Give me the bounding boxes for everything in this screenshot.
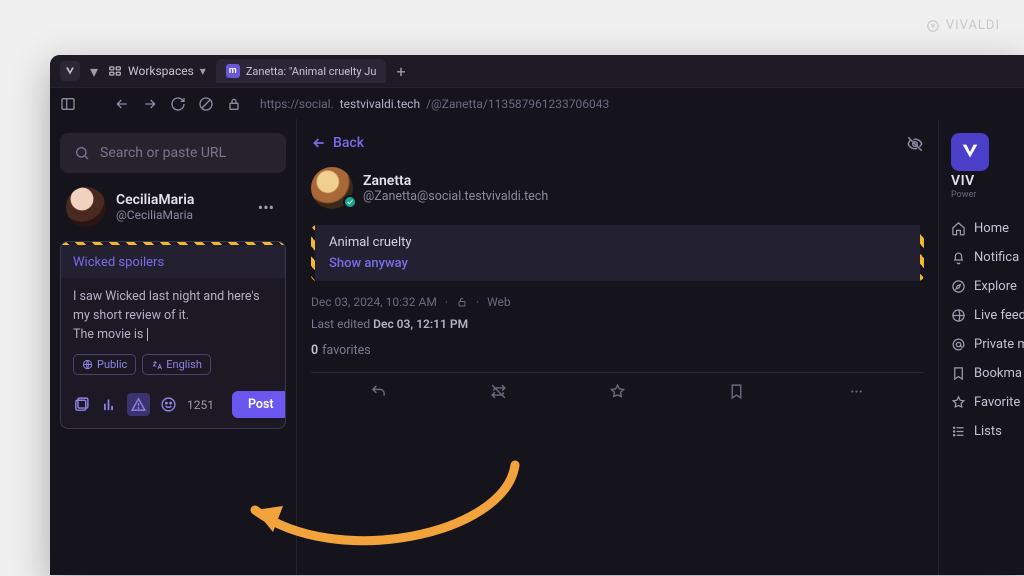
shield-icon[interactable]: [198, 96, 214, 112]
content-warning-button[interactable]: [127, 393, 150, 416]
nav-sidebar: VIV Power Home Notifica Explore Live fee…: [939, 119, 1024, 575]
edited-line: Last edited Dec 03, 12:11 PM: [311, 313, 924, 339]
nav-bookmarks[interactable]: Bookma: [951, 359, 1024, 388]
globe-icon: [951, 308, 966, 323]
nav-forward-button[interactable]: [142, 96, 158, 112]
client-name: Web: [487, 295, 511, 309]
poster-handle[interactable]: @Zanetta@social.testvivaldi.tech: [363, 189, 548, 204]
browser-tab[interactable]: m Zanetta: "Animal cruelty Ju: [216, 59, 387, 83]
workspaces-button[interactable]: Workspaces ▾: [108, 64, 206, 78]
compose-box: Wicked spoilers I saw Wicked last night …: [60, 241, 286, 429]
post-button[interactable]: Post: [232, 391, 286, 418]
content-warning-panel: Animal cruelty Show anyway: [311, 225, 924, 281]
poster-name[interactable]: Zanetta: [363, 173, 548, 189]
post-detail-column: Back Zanetta @Zanetta@social.testvivaldi…: [296, 119, 939, 575]
instance-brand: VIV: [951, 173, 1024, 189]
back-button[interactable]: Back: [311, 131, 364, 161]
compose-column: Search or paste URL CeciliaMaria @Cecili…: [50, 119, 296, 575]
favorite-button[interactable]: [609, 383, 626, 400]
at-icon: [951, 337, 966, 352]
emoji-button[interactable]: [160, 396, 177, 413]
nav-home[interactable]: Home: [951, 214, 1024, 243]
visibility-button[interactable]: Public: [73, 354, 136, 375]
reload-button[interactable]: [170, 96, 186, 112]
profile-more-button[interactable]: •••: [252, 198, 280, 217]
chevron-down-icon[interactable]: ▾: [90, 62, 98, 81]
language-button[interactable]: English: [142, 354, 211, 375]
poll-button[interactable]: [100, 396, 117, 413]
verified-badge: [343, 195, 357, 209]
hide-toggle-icon[interactable]: [906, 135, 924, 157]
post-header: Zanetta @Zanetta@social.testvivaldi.tech: [311, 161, 924, 221]
url-field[interactable]: https://social.testvivaldi.tech/@Zanetta…: [254, 97, 615, 111]
show-anyway-button[interactable]: Show anyway: [329, 256, 906, 271]
translate-icon: [151, 359, 162, 370]
instance-sub: Power: [951, 190, 1024, 200]
bell-icon: [951, 250, 966, 265]
favorites-count[interactable]: 0favorites: [311, 339, 924, 368]
back-arrow-icon: [311, 135, 327, 151]
attach-media-button[interactable]: [73, 396, 90, 413]
globe-icon: [82, 359, 93, 370]
compose-toolbar: 1251 Post: [61, 383, 285, 428]
list-icon: [951, 424, 966, 439]
browser-window: ▾ Workspaces ▾ m Zanetta: "Animal cruelt…: [50, 55, 1024, 575]
boost-button[interactable]: [490, 383, 507, 400]
char-count: 1251: [187, 398, 214, 412]
instance-logo[interactable]: [951, 133, 989, 171]
nav-explore[interactable]: Explore: [951, 272, 1024, 301]
tab-title: Zanetta: "Animal cruelty Ju: [246, 65, 377, 78]
bookmark-icon: [951, 366, 966, 381]
avatar[interactable]: [66, 187, 106, 227]
vivaldi-menu-button[interactable]: [60, 61, 80, 81]
search-input[interactable]: Search or paste URL: [60, 133, 286, 173]
nav-back-button[interactable]: [114, 96, 130, 112]
panel-toggle-icon[interactable]: [60, 96, 76, 112]
mastodon-favicon: m: [226, 64, 240, 78]
compass-icon: [951, 279, 966, 294]
home-icon: [951, 221, 966, 236]
compose-profile: CeciliaMaria @CeciliaMaria •••: [60, 187, 286, 227]
bookmark-button[interactable]: [728, 383, 745, 400]
post-action-bar: [311, 372, 924, 410]
lock-icon[interactable]: [226, 96, 242, 112]
handle: @CeciliaMaria: [116, 208, 194, 222]
compose-textarea[interactable]: I saw Wicked last night and here's my sh…: [61, 278, 285, 354]
reply-button[interactable]: [370, 383, 387, 400]
cw-text: Animal cruelty: [329, 235, 906, 250]
more-button[interactable]: [848, 383, 865, 400]
nav-private[interactable]: Private m: [951, 330, 1024, 359]
new-tab-button[interactable]: +: [396, 62, 405, 81]
search-icon: [74, 145, 90, 161]
vivaldi-watermark: VIVALDI: [926, 18, 1000, 33]
nav-live[interactable]: Live feed: [951, 301, 1024, 330]
content-warning-field[interactable]: Wicked spoilers: [61, 245, 285, 278]
nav-lists[interactable]: Lists: [951, 417, 1024, 446]
star-icon: [951, 395, 966, 410]
post-meta: Dec 03, 2024, 10:32 AM · · Web: [311, 291, 924, 313]
timestamp: Dec 03, 2024, 10:32 AM: [311, 295, 437, 309]
address-bar: https://social.testvivaldi.tech/@Zanetta…: [50, 87, 1024, 119]
unlock-icon: [456, 296, 468, 308]
nav-notifications[interactable]: Notifica: [951, 243, 1024, 272]
tab-bar: ▾ Workspaces ▾ m Zanetta: "Animal cruelt…: [50, 55, 1024, 87]
nav-favorites[interactable]: Favorite: [951, 388, 1024, 417]
display-name: CeciliaMaria: [116, 192, 194, 208]
